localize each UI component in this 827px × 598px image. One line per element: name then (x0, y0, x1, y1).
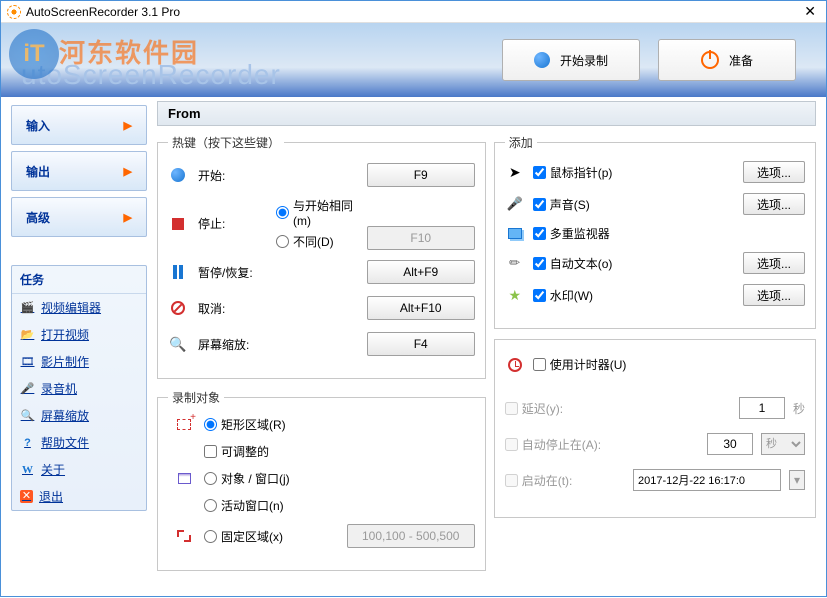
close-button[interactable]: ✕ (800, 3, 820, 20)
cursor-options-button[interactable]: 选项... (743, 161, 805, 183)
task-video-editor[interactable]: 🎬视频编辑器 (12, 294, 146, 321)
start-hotkey-button[interactable]: F9 (367, 163, 475, 187)
task-about[interactable]: W关于 (12, 456, 146, 483)
stop-same-radio[interactable]: 与开始相同(m) (276, 197, 357, 228)
task-header: 任务 (12, 266, 146, 294)
section-title: From (157, 101, 816, 126)
autotext-icon: ✎ (502, 250, 527, 275)
stop-hotkey-button[interactable]: F10 (367, 226, 475, 250)
add-watermark-check[interactable]: 水印(W) (533, 287, 735, 304)
ready-label: 准备 (729, 52, 753, 69)
add-fieldset: 添加 ➤ 鼠标指针(p) 选项... 🎤 声音(S) 选项... 多重监视器 (494, 134, 816, 329)
sound-icon: 🎤 (505, 196, 525, 212)
add-sound-check[interactable]: 声音(S) (533, 196, 735, 213)
task-movie-make[interactable]: 🎞影片制作 (12, 348, 146, 375)
cancel-icon (168, 301, 188, 315)
help-icon: ? (20, 435, 35, 450)
autostop-input[interactable] (707, 433, 753, 455)
delay-check[interactable]: 延迟(y): (505, 400, 563, 417)
task-open-video[interactable]: 📂打开视频 (12, 321, 146, 348)
task-screen-zoom[interactable]: 🔍屏幕缩放 (12, 402, 146, 429)
autostop-check[interactable]: 自动停止在(A): (505, 436, 601, 453)
add-legend: 添加 (505, 134, 537, 151)
nav-output-label: 输出 (26, 163, 50, 180)
target-legend: 录制对象 (168, 389, 224, 406)
about-icon: W (20, 462, 35, 477)
monitor-icon (505, 228, 525, 239)
stop-label: 停止: (198, 215, 266, 232)
start-icon (168, 168, 188, 182)
target-active-radio[interactable]: 活动窗口(n) (204, 497, 284, 514)
watermark-icon: ★ (505, 287, 525, 304)
chevron-down-icon[interactable]: ▾ (789, 470, 805, 490)
exit-icon: ✕ (20, 490, 33, 503)
fixed-region-button[interactable]: 100,100 - 500,500 (347, 524, 475, 548)
watermark-logo (9, 29, 59, 79)
task-exit[interactable]: ✕退出 (12, 483, 146, 510)
folder-icon: 📂 (20, 327, 35, 342)
zoom-icon: 🔍 (168, 336, 188, 353)
editor-icon: 🎬 (20, 300, 35, 315)
film-icon: 🎞 (20, 354, 35, 369)
adjustable-check[interactable]: 可调整的 (204, 443, 269, 460)
start-label: 开始: (198, 167, 266, 184)
arrow-right-icon: ▶ (124, 165, 132, 178)
app-icon (7, 5, 21, 19)
arrow-right-icon: ▶ (124, 119, 132, 132)
fixed-icon (174, 530, 194, 542)
task-help[interactable]: ?帮助文件 (12, 429, 146, 456)
clock-icon (505, 358, 525, 372)
pause-icon (168, 265, 188, 279)
arrow-right-icon: ▶ (124, 211, 132, 224)
stop-diff-radio[interactable]: 不同(D) (276, 233, 357, 250)
zoom-label: 屏幕缩放: (198, 336, 266, 353)
sec-label: 秒 (793, 400, 805, 417)
autostop-unit-select[interactable]: 秒 (761, 433, 805, 455)
window-icon (174, 473, 194, 484)
target-fixed-radio[interactable]: 固定区域(x) (204, 528, 283, 545)
window-title: AutoScreenRecorder 3.1 Pro (26, 5, 800, 19)
power-icon (701, 51, 719, 69)
zoom-icon: 🔍 (20, 408, 35, 423)
startat-check[interactable]: 启动在(t): (505, 472, 573, 489)
target-fieldset: 录制对象 矩形区域(R) 可调整的 对象 / 窗口(j) 活动窗口(n) (157, 389, 486, 571)
stop-icon (168, 218, 188, 230)
delay-input[interactable] (739, 397, 785, 419)
nav-input[interactable]: 输入 ▶ (11, 105, 147, 145)
nav-advanced[interactable]: 高级 ▶ (11, 197, 147, 237)
ready-button[interactable]: 准备 (658, 39, 796, 81)
pause-hotkey-button[interactable]: Alt+F9 (367, 260, 475, 284)
pause-label: 暂停/恢复: (198, 264, 266, 281)
cursor-icon: ➤ (505, 164, 525, 181)
target-rect-radio[interactable]: 矩形区域(R) (204, 416, 286, 433)
start-record-label: 开始录制 (560, 52, 608, 69)
autotext-options-button[interactable]: 选项... (743, 252, 805, 274)
mic-icon: 🎤 (20, 381, 35, 396)
zoom-hotkey-button[interactable]: F4 (367, 332, 475, 356)
nav-output[interactable]: 输出 ▶ (11, 151, 147, 191)
hotkeys-legend: 热键（按下这些键） (168, 134, 284, 151)
nav-input-label: 输入 (26, 117, 50, 134)
hotkeys-fieldset: 热键（按下这些键） 开始: F9 停止: 与开始相同(m) 不同(D) (157, 134, 486, 379)
task-panel: 任务 🎬视频编辑器 📂打开视频 🎞影片制作 🎤录音机 🔍屏幕缩放 ?帮助文件 W… (11, 265, 147, 511)
timer-fieldset: 使用计时器(U) 延迟(y): 秒 自动停止在(A): 秒 (494, 339, 816, 518)
record-icon (534, 52, 550, 68)
startat-input[interactable] (633, 469, 781, 491)
task-audio-recorder[interactable]: 🎤录音机 (12, 375, 146, 402)
cancel-label: 取消: (198, 300, 266, 317)
use-timer-check[interactable]: 使用计时器(U) (533, 356, 627, 373)
start-record-button[interactable]: 开始录制 (502, 39, 640, 81)
add-cursor-check[interactable]: 鼠标指针(p) (533, 164, 735, 181)
add-autotext-check[interactable]: 自动文本(o) (533, 255, 735, 272)
target-object-radio[interactable]: 对象 / 窗口(j) (204, 470, 290, 487)
nav-advanced-label: 高级 (26, 209, 50, 226)
watermark-text-cn: 河东软件园 (59, 33, 199, 70)
rect-icon (174, 419, 194, 430)
sound-options-button[interactable]: 选项... (743, 193, 805, 215)
watermark-options-button[interactable]: 选项... (743, 284, 805, 306)
cancel-hotkey-button[interactable]: Alt+F10 (367, 296, 475, 320)
add-monitor-check[interactable]: 多重监视器 (533, 225, 735, 242)
